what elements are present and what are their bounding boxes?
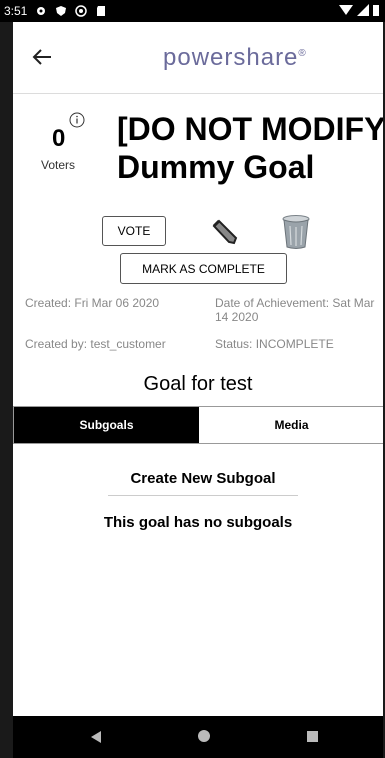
- app-bar: powershare®: [13, 22, 383, 94]
- device-frame-left: [0, 0, 13, 758]
- create-subgoal-button[interactable]: Create New Subgoal: [108, 470, 298, 496]
- voters-count: 0: [52, 125, 66, 152]
- goal-status: Status: INCOMPLETE: [215, 337, 334, 351]
- wifi-icon: [339, 5, 353, 15]
- tab-media[interactable]: Media: [199, 407, 383, 443]
- achievement-date: Date of Achievement: Sat Mar 14 2020: [215, 296, 375, 324]
- info-icon[interactable]: [69, 112, 85, 128]
- edit-pencil-icon[interactable]: [211, 218, 239, 246]
- created-by: Created by: test_customer: [25, 337, 166, 351]
- goal-description: Goal for test: [143, 373, 253, 395]
- system-nav-bar: [13, 716, 383, 758]
- created-date: Created: Fri Mar 06 2020: [25, 296, 160, 310]
- goal-tabs: Subgoals Media: [13, 406, 383, 444]
- nav-home-icon[interactable]: [198, 730, 210, 742]
- logo-mark: ®: [298, 48, 307, 59]
- trash-icon[interactable]: [281, 214, 311, 250]
- tab-subgoals[interactable]: Subgoals: [14, 407, 199, 443]
- signal-icon: [357, 4, 369, 16]
- at-icon: [75, 5, 88, 17]
- voters-label: Voters: [41, 158, 76, 172]
- shield-icon: [56, 6, 67, 16]
- nav-back-icon[interactable]: [89, 730, 103, 744]
- goal-detail: 0 Voters [DO NOT MODIFY] Dummy Goal VOTE…: [13, 94, 383, 716]
- settings-icon: [37, 7, 46, 15]
- back-arrow-icon[interactable]: [31, 46, 53, 68]
- battery-icon: [373, 5, 379, 16]
- status-bar: 3:51: [0, 0, 385, 22]
- goal-title: [DO NOT MODIFY] Dummy Goal: [117, 111, 383, 185]
- mark-complete-button[interactable]: MARK AS COMPLETE: [120, 253, 287, 284]
- app-logo: powershare®: [163, 44, 307, 72]
- vote-button[interactable]: VOTE: [102, 216, 166, 246]
- logo-text: powershare: [163, 44, 299, 71]
- status-time: 3:51: [4, 4, 28, 18]
- empty-subgoals-message: This goal has no subgoals: [103, 514, 293, 531]
- nav-recents-icon[interactable]: [307, 731, 318, 742]
- sd-card-icon: [97, 6, 106, 16]
